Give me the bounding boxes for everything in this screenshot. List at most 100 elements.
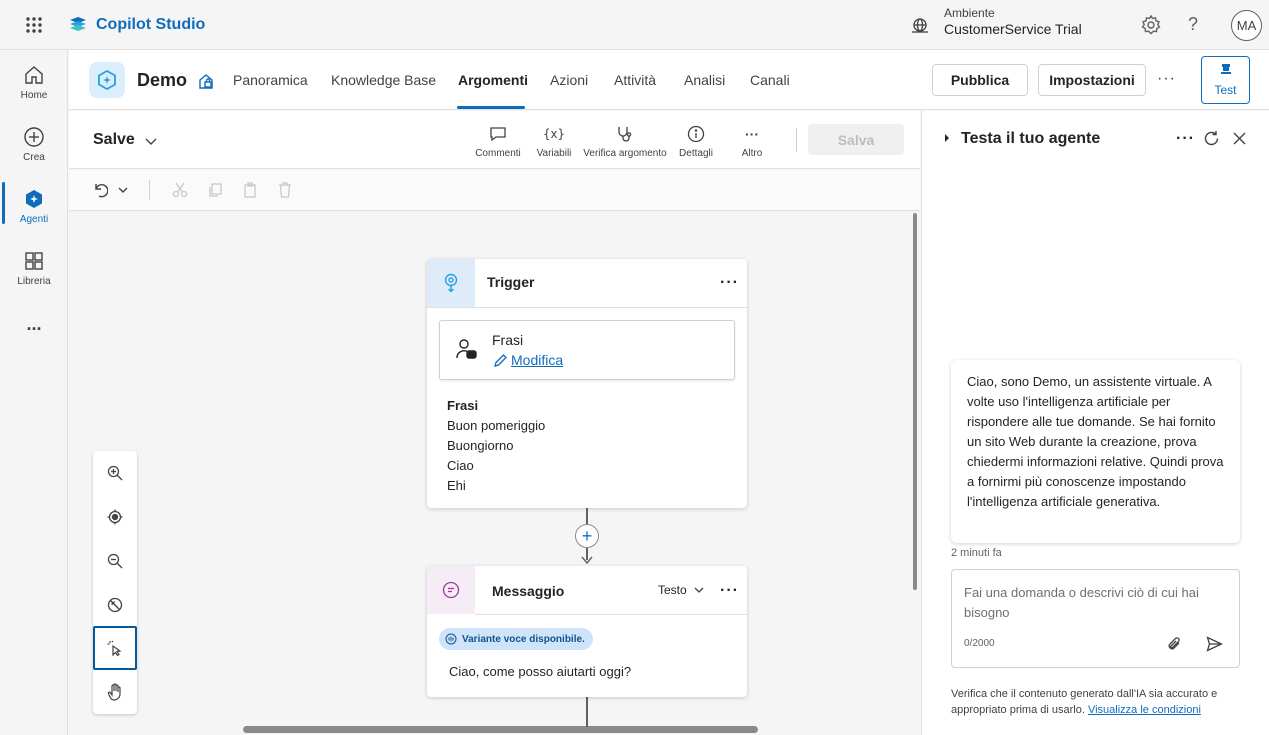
environment-label: Ambiente [944, 6, 995, 20]
voice-variant-badge[interactable]: Variante voce disponibile. [439, 628, 593, 650]
chat-input-placeholder[interactable]: Fai una domanda o descrivi ciò di cui ha… [964, 583, 1224, 623]
select-pointer-icon[interactable] [93, 626, 137, 670]
more-icon: ... [26, 314, 42, 334]
verify-topic-label: Verifica argomento [583, 148, 667, 159]
recenter-icon[interactable] [93, 495, 137, 539]
tab-knowledge-base[interactable]: Knowledge Base [331, 72, 436, 88]
help-icon[interactable]: ? [1188, 14, 1198, 35]
chevron-down-icon[interactable] [144, 134, 158, 148]
phrases-heading: Frasi [447, 398, 479, 413]
test-panel-title: Testa il tuo agente [961, 130, 1101, 147]
verify-topic-button[interactable]: Verifica argomento [582, 124, 668, 159]
phrases-card[interactable] [439, 320, 735, 380]
environment-value[interactable]: CustomerService Trial [944, 21, 1082, 37]
connector-arrow-icon [581, 556, 593, 565]
rail-label-libreria: Libreria [17, 276, 51, 287]
toolbar-divider [796, 128, 797, 152]
tab-argomenti[interactable]: Argomenti [458, 72, 528, 88]
message-icon [427, 566, 475, 614]
bot-message-bubble: Ciao, sono Demo, un assistente virtuale.… [951, 360, 1240, 543]
trigger-divider [427, 307, 747, 308]
test-panel-more-icon[interactable]: ··· [1176, 130, 1195, 148]
rail-item-libreria[interactable]: Libreria [0, 242, 68, 300]
test-button-label: Test [1214, 83, 1237, 97]
rail-item-crea[interactable]: Crea [0, 118, 68, 176]
publish-button[interactable]: Pubblica [932, 64, 1028, 96]
message-more-icon[interactable]: ··· [720, 582, 739, 600]
details-button[interactable]: Dettagli [677, 124, 715, 159]
edit-phrases-link[interactable]: Modifica [493, 352, 563, 368]
message-timestamp: 2 minuti fa [951, 547, 1002, 559]
zoom-in-icon[interactable] [93, 451, 137, 495]
more-options-icon[interactable]: ··· [1157, 70, 1176, 88]
vertical-scrollbar[interactable] [913, 213, 917, 590]
settings-gear-icon[interactable] [1140, 14, 1162, 36]
expand-caret-icon[interactable] [943, 132, 951, 144]
app-launcher-icon[interactable] [20, 12, 48, 38]
more-tools-label: Altro [741, 148, 763, 159]
flask-icon [1220, 64, 1231, 74]
library-icon [23, 246, 45, 276]
variables-button[interactable]: {x} Variabili [535, 124, 573, 159]
close-icon[interactable] [1232, 131, 1247, 146]
send-icon[interactable] [1206, 636, 1223, 652]
stethoscope-icon [616, 124, 634, 144]
tab-canali[interactable]: Canali [750, 72, 790, 88]
ai-disclaimer: Verifica che il contenuto generato dall'… [951, 686, 1251, 718]
add-node-button[interactable]: + [575, 524, 599, 548]
home-icon [23, 60, 45, 90]
trigger-title: Trigger [487, 274, 535, 290]
phrase-item: Ciao [447, 458, 474, 473]
tab-azioni[interactable]: Azioni [550, 72, 588, 88]
rail-more-button[interactable]: ... [0, 314, 68, 372]
more-tools-button[interactable]: ··· Altro [737, 124, 767, 159]
refresh-icon[interactable] [1203, 130, 1220, 147]
delete-icon[interactable] [277, 182, 293, 198]
agent-avatar-icon [89, 62, 125, 98]
tab-analisi[interactable]: Analisi [684, 72, 725, 88]
node-connector [586, 697, 588, 727]
settings-button[interactable]: Impostazioni [1038, 64, 1146, 96]
copy-icon[interactable] [207, 182, 223, 198]
message-text[interactable]: Ciao, come posso aiutarti oggi? [449, 664, 631, 679]
horizontal-scrollbar[interactable] [243, 726, 758, 733]
tab-attivita[interactable]: Attività [614, 72, 656, 88]
paste-icon[interactable] [242, 182, 258, 198]
agent-name: Demo [137, 70, 188, 90]
message-divider [475, 614, 747, 615]
pan-hand-icon[interactable] [93, 670, 137, 714]
view-terms-link[interactable]: Visualizza le condizioni [1088, 704, 1201, 716]
voice-icon [445, 633, 457, 645]
save-button[interactable]: Salva [808, 124, 904, 155]
trigger-node[interactable] [427, 259, 747, 508]
zoom-out-icon[interactable] [93, 539, 137, 583]
edit-toolbar-divider [149, 180, 150, 200]
trigger-more-icon[interactable]: ··· [720, 274, 739, 292]
cut-icon[interactable] [172, 182, 188, 198]
undo-dropdown-chevron-icon[interactable] [117, 184, 129, 196]
tab-panoramica[interactable]: Panoramica [233, 72, 308, 88]
agents-icon [23, 184, 45, 214]
undo-icon[interactable] [92, 181, 108, 199]
active-tab-indicator [457, 106, 525, 109]
agent-lock-icon[interactable] [197, 72, 215, 90]
user-phrase-icon [455, 338, 477, 360]
rail-item-agenti[interactable]: Agenti [0, 180, 68, 238]
app-title: Copilot Studio [96, 16, 206, 33]
user-avatar[interactable]: MA [1231, 10, 1262, 41]
attachment-icon[interactable] [1167, 636, 1182, 652]
message-type-dropdown[interactable]: Testo [658, 583, 705, 597]
message-type-label: Testo [658, 583, 687, 597]
canvas-zoom-toolbar [93, 451, 137, 714]
phrase-item: Buongiorno [447, 438, 514, 453]
minimap-off-icon[interactable] [93, 583, 137, 627]
voice-variant-label: Variante voce disponibile. [462, 633, 585, 645]
rail-label-agenti: Agenti [19, 214, 49, 225]
info-icon [687, 124, 705, 144]
add-circle-icon [23, 122, 45, 152]
rail-item-home[interactable]: Home [0, 56, 68, 114]
comments-button[interactable]: Commenti [475, 124, 521, 159]
test-button[interactable]: Test [1201, 56, 1250, 104]
edit-toolbar [69, 170, 920, 211]
topic-name[interactable]: Salve [93, 131, 135, 149]
